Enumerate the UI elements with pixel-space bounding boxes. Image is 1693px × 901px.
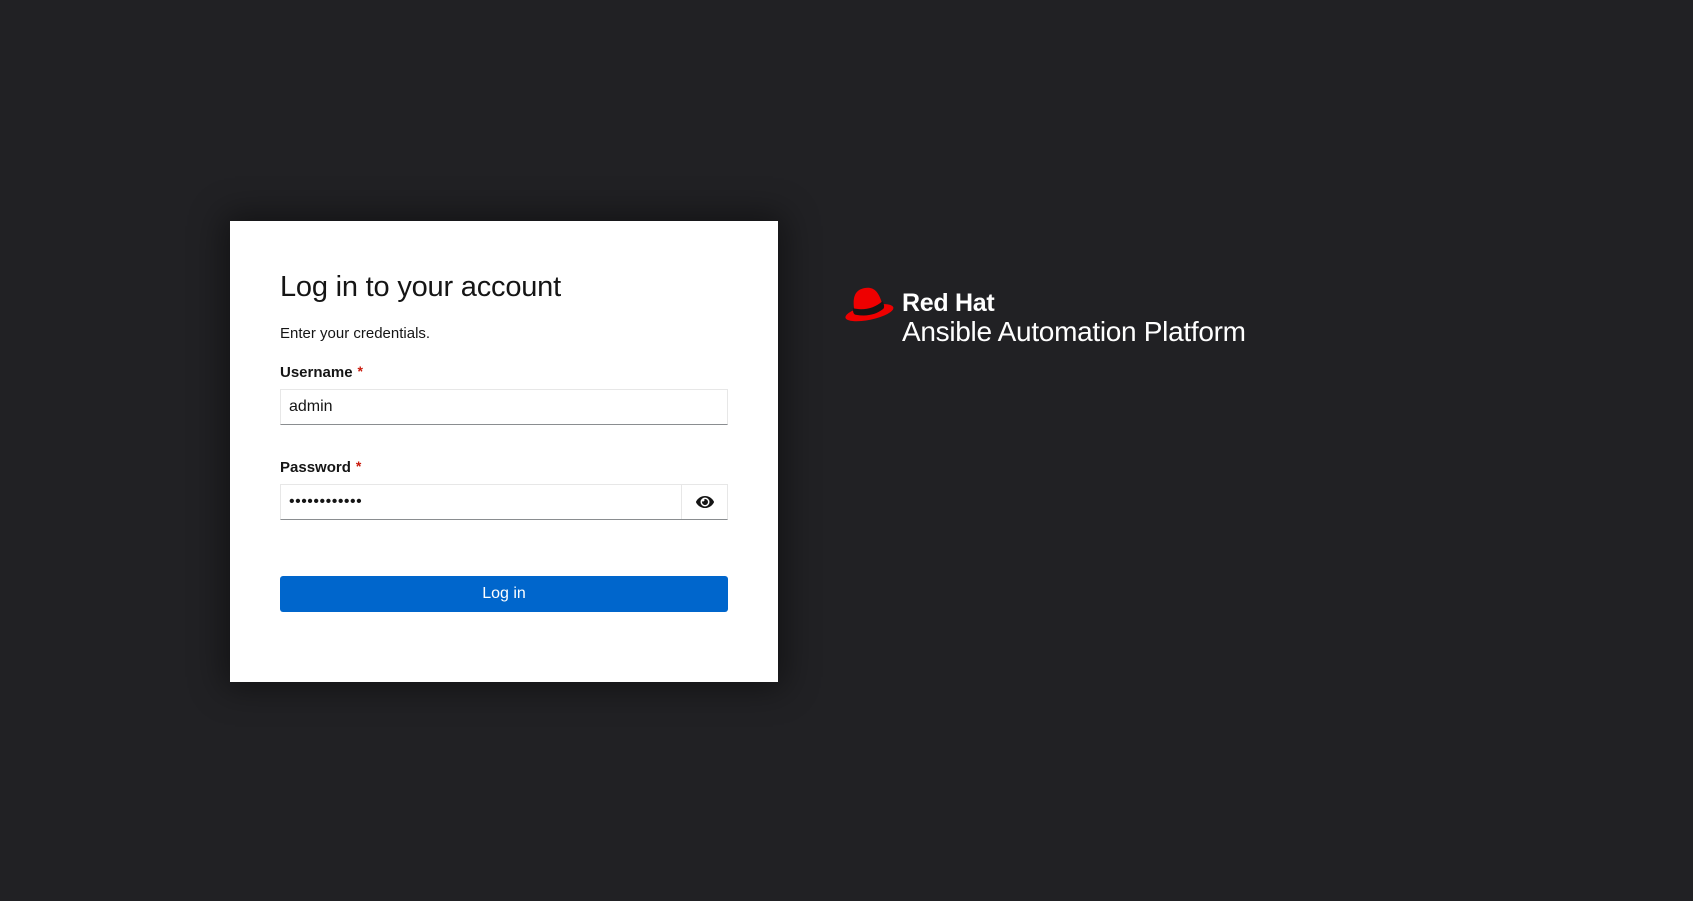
brand-product-name: Ansible Automation Platform	[902, 317, 1246, 347]
brand-company-name: Red Hat	[902, 290, 1246, 317]
username-label: Username*	[280, 362, 728, 383]
red-hat-fedora-logo-icon	[842, 278, 894, 331]
brand-block: Red Hat Ansible Automation Platform	[842, 278, 1246, 347]
brand-text: Red Hat Ansible Automation Platform	[902, 278, 1246, 347]
password-input[interactable]	[281, 485, 681, 519]
login-button[interactable]: Log in	[280, 576, 728, 612]
password-required-indicator: *	[356, 458, 361, 474]
login-card: Log in to your account Enter your creden…	[230, 221, 778, 682]
show-password-button[interactable]	[681, 485, 727, 519]
eye-icon	[696, 494, 714, 510]
password-input-group	[280, 484, 728, 520]
password-label: Password*	[280, 457, 728, 478]
username-required-indicator: *	[358, 363, 363, 379]
login-subtitle: Enter your credentials.	[280, 324, 728, 344]
username-input[interactable]	[280, 389, 728, 425]
page-title: Log in to your account	[280, 270, 728, 304]
